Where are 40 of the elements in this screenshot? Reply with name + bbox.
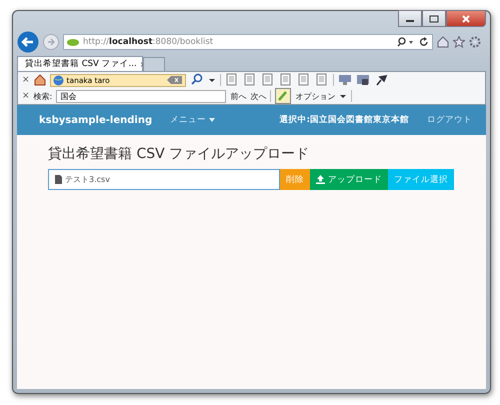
maximize-icon [429,14,439,22]
brand-link[interactable]: ksbysample-lending [39,114,152,126]
refresh-icon[interactable] [419,37,429,47]
document-icon[interactable] [224,73,239,87]
search-icon[interactable] [397,37,415,47]
star-icon[interactable] [453,36,465,48]
search-icon[interactable] [190,73,204,87]
house-icon[interactable] [34,74,46,86]
close-button[interactable] [446,10,486,27]
window-icon[interactable] [356,73,370,87]
globe-icon [52,74,64,86]
file-icon [55,175,62,184]
page-title: 貸出希望書籍 CSV ファイルアップロード [48,145,310,163]
leaf-icon [67,38,79,46]
caret-icon [208,118,215,122]
document-icon[interactable] [278,73,293,87]
back-button[interactable] [17,31,39,53]
close-icon [461,14,471,22]
next-button[interactable]: 次へ [250,90,266,102]
options-button[interactable]: オプション [295,90,336,102]
selected-library: 選択中:国立国会図書館東京本館 [280,114,409,126]
toolbar-close-button[interactable]: × [22,75,30,85]
highlighter-icon[interactable] [275,88,292,104]
file-name-field[interactable]: テスト3.csv [48,169,280,190]
home-icon[interactable] [437,36,449,48]
previous-button[interactable]: 前へ [230,90,246,102]
document-icon[interactable] [296,73,311,87]
upload-icon [316,175,325,184]
document-icon[interactable] [242,73,257,87]
find-label: 検索: [34,90,52,102]
document-icon[interactable] [314,73,329,87]
clear-icon[interactable] [166,75,183,85]
tab-title: 貸出希望書籍 CSV ファイ... [25,58,137,70]
minimize-button[interactable] [398,10,422,27]
settings-icon[interactable] [469,36,481,48]
address-field[interactable]: http://localhost:8080/booklist [63,34,433,50]
find-close-button[interactable]: × [22,91,30,101]
maximize-button[interactable] [422,10,446,27]
find-field[interactable]: 国会 [56,90,226,102]
document-icon[interactable] [260,73,275,87]
